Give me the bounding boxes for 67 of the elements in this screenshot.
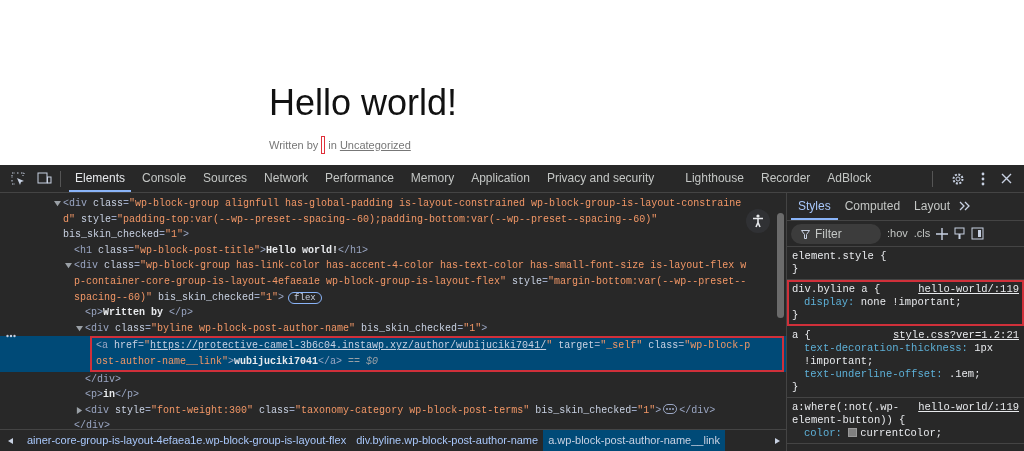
ellipsis-icon[interactable] — [663, 403, 678, 414]
filter-toggle[interactable]: .cls — [913, 225, 931, 242]
panel-tab[interactable]: Memory — [404, 165, 461, 192]
panel-tab[interactable]: Performance — [319, 165, 400, 192]
color-swatch[interactable] — [848, 428, 858, 437]
panel-tab[interactable]: AdBlock — [821, 165, 878, 192]
device-toolbar-icon[interactable] — [37, 172, 52, 185]
code-line[interactable]: d" style="padding-top:var(--wp--preset--spacing--60);padding-bottom:var(--wp--preset--spacing--60)" — [63, 211, 786, 228]
expanded-arrow-icon[interactable] — [65, 262, 72, 270]
rule-brace: } — [792, 309, 800, 322]
panel-tab[interactable]: Console — [136, 165, 193, 192]
code-line[interactable]: <div class="wp-block-group alignfull has-global-padding is-layout-constrained wp-block-group-is-layout-constraine — [63, 196, 786, 212]
byline-middle: in — [328, 137, 337, 153]
paint-brush-icon[interactable] — [954, 227, 966, 240]
sidebar-tab[interactable]: Layout — [907, 193, 958, 220]
panel-tab[interactable]: Privacy and security — [540, 165, 661, 192]
code-line[interactable]: </div> — [0, 371, 786, 388]
declaration[interactable]: text-decoration-thickness: 1px !important; — [792, 342, 1019, 368]
code-line[interactable]: spacing--60)" bis_skin_checked="1"> flex — [74, 289, 786, 306]
code-line[interactable]: bis_skin_checked="1"> — [63, 227, 786, 243]
declaration[interactable]: display: none !important; — [792, 296, 1019, 309]
code-line[interactable]: p-container-core-group-is-layout-4efaea1e wp-block-group-is-layout-flex" style="margin-bottom:var(--wp--preset-- — [74, 273, 786, 290]
expanded-arrow-icon[interactable] — [76, 324, 83, 332]
breadcrumb[interactable]: ainer-core-group-is-layout-4efaea1e.wp-block-group-is-layout-flex — [22, 430, 352, 451]
filter-icon — [801, 229, 810, 239]
breadcrumb[interactable]: a.wp-block-post-author-name__link — [543, 430, 725, 451]
sidebar-toggle-icon[interactable] — [971, 227, 985, 240]
post-title: Hello world! — [269, 82, 459, 124]
code-line[interactable]: </div> — [0, 418, 786, 429]
filter-toggle[interactable]: :hov — [887, 225, 908, 242]
rule-selector: element.style { — [792, 250, 887, 263]
panel-tab[interactable]: Sources — [197, 165, 254, 192]
filter-field[interactable]: Filter — [791, 223, 881, 244]
close-icon[interactable] — [1001, 173, 1012, 184]
panel-tab[interactable]: Application — [465, 165, 536, 192]
rule-selector: div.byline a { — [792, 283, 882, 296]
code-line[interactable]: <div class="wp-block-group has-link-color has-accent-4-color has-text-color has-small-font-size is-layout-flex w — [74, 258, 786, 274]
breadcrumb[interactable]: div.byline.wp-block-post-author-name — [351, 430, 544, 451]
code-line[interactable]: ost-author-name__link">wubijuciki7041</a> == $0 — [96, 353, 782, 370]
inspect-icon[interactable] — [11, 171, 25, 186]
more-tabs-icon[interactable] — [959, 201, 972, 211]
accessibility-icon — [752, 214, 764, 228]
selected-node-row[interactable]: <a href="https://protective-camel-3b6c04.instawp.xyz/author/wubijuciki7041/" target="_self" class="wp-block-p ost-author-name__link">wubijuciki7041</a> == $0 — [0, 336, 786, 372]
source-link[interactable]: style.css?ver=1.2:21 — [892, 329, 1019, 342]
scrollbar-thumb[interactable] — [777, 213, 784, 318]
collapsed-arrow-icon[interactable] — [76, 406, 83, 414]
sidebar-tab[interactable]: Computed — [837, 193, 908, 220]
source-link[interactable]: hello-world/:119 — [918, 283, 1019, 296]
accessibility-button[interactable] — [746, 209, 770, 233]
panel-tab[interactable]: Elements — [69, 165, 132, 192]
more-menu-icon[interactable] — [981, 171, 985, 186]
code-line[interactable]: <a href="https://protective-camel-3b6c04.instawp.xyz/author/wubijuciki7041/" target="_self" class="wp-block-p — [96, 338, 782, 354]
plus-icon[interactable] — [936, 227, 949, 240]
panel-tab[interactable]: Recorder — [754, 165, 817, 192]
settings-icon[interactable] — [951, 171, 965, 186]
sidebar-tab[interactable]: Styles — [791, 193, 838, 220]
byline-prefix: Written by — [269, 137, 319, 153]
panel-tab[interactable]: Lighthouse — [679, 165, 750, 192]
declaration[interactable]: color: currentColor; — [792, 427, 1019, 440]
rule-brace: } — [792, 381, 800, 394]
rule-selector: a { — [792, 329, 812, 342]
expanded-arrow-icon[interactable] — [54, 200, 61, 207]
declaration[interactable]: text-underline-offset: .1em; — [792, 368, 1019, 381]
category-link[interactable]: Uncategorized — [339, 136, 411, 154]
panel-tab[interactable]: Network — [258, 165, 315, 192]
rule-brace: } — [792, 263, 800, 276]
source-link[interactable]: hello-world/:119 — [918, 401, 1019, 427]
